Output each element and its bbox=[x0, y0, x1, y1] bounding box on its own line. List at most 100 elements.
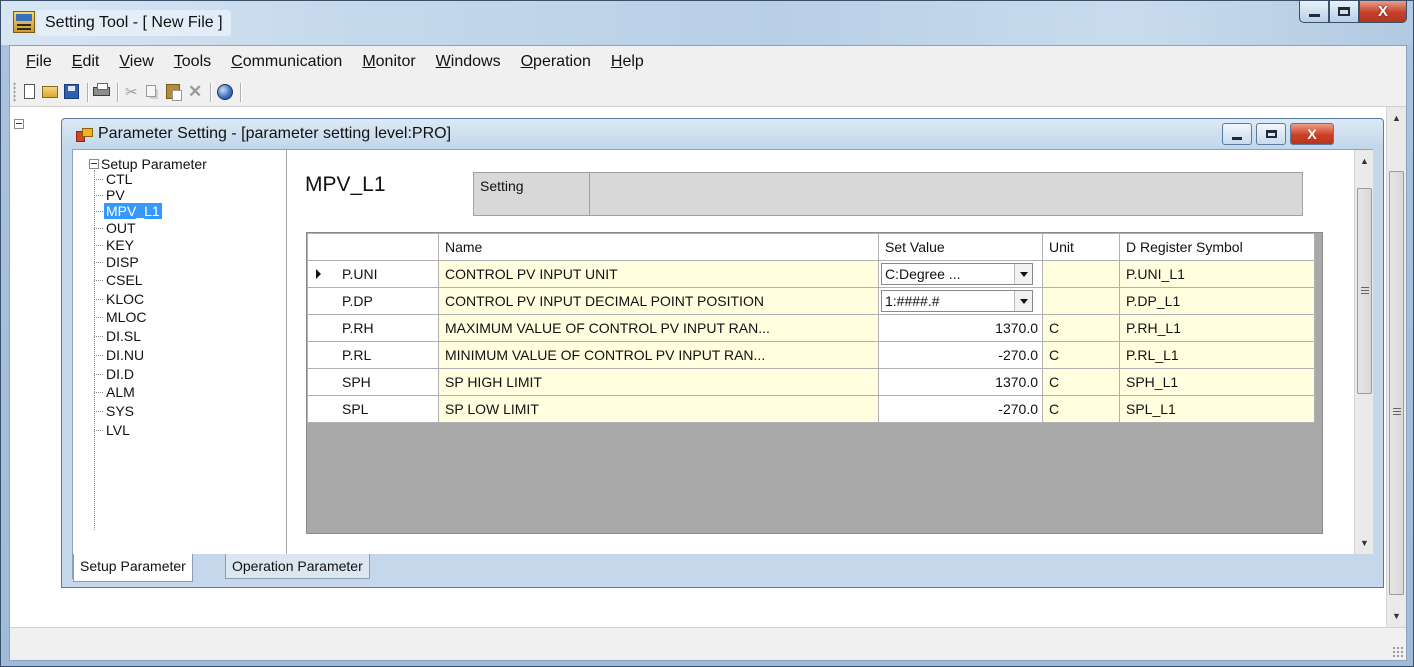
delete-button[interactable]: ✕ bbox=[185, 82, 204, 102]
tree-item-lvl[interactable]: LVL bbox=[94, 422, 132, 438]
param-name-cell[interactable]: SP HIGH LIMIT bbox=[438, 368, 879, 396]
child-restore-button[interactable] bbox=[1256, 123, 1286, 145]
column-header-name[interactable]: Name bbox=[438, 233, 879, 261]
maximize-button[interactable] bbox=[1329, 1, 1359, 23]
tree-item-di-sl[interactable]: DI.SL bbox=[94, 328, 143, 344]
tree-item-di-nu[interactable]: DI.NU bbox=[94, 347, 146, 363]
collapse-toggle-icon[interactable] bbox=[89, 159, 99, 169]
content-scroll-thumb[interactable] bbox=[1357, 188, 1372, 394]
title-bar[interactable]: Setting Tool - [ New File ] X bbox=[1, 1, 1413, 45]
tree-item-mloc[interactable]: MLOC bbox=[94, 309, 148, 325]
menu-communication[interactable]: Communication bbox=[221, 46, 352, 78]
chevron-down-icon[interactable] bbox=[1014, 264, 1032, 284]
scroll-up-icon[interactable]: ▲ bbox=[1387, 109, 1406, 127]
register-cell[interactable]: P.RL_L1 bbox=[1119, 341, 1315, 369]
register-cell[interactable]: SPL_L1 bbox=[1119, 395, 1315, 423]
menu-windows[interactable]: Windows bbox=[426, 46, 511, 78]
row-header[interactable]: P.DP bbox=[307, 287, 439, 315]
tree-item-pv[interactable]: PV bbox=[94, 187, 127, 203]
unit-cell[interactable]: C bbox=[1042, 395, 1120, 423]
set-value-cell[interactable]: 1370.0 bbox=[878, 368, 1043, 396]
collapse-toggle-icon[interactable] bbox=[14, 119, 24, 129]
toolbar-grip[interactable] bbox=[13, 82, 16, 102]
param-name-cell[interactable]: SP LOW LIMIT bbox=[438, 395, 879, 423]
tree-item-key[interactable]: KEY bbox=[94, 237, 136, 253]
tree-item-mpv-l1[interactable]: MPV_L1 bbox=[94, 203, 162, 219]
set-value-cell[interactable]: C:Degree ... bbox=[878, 260, 1043, 288]
close-button[interactable]: X bbox=[1359, 1, 1407, 23]
tree-item-out[interactable]: OUT bbox=[94, 220, 138, 236]
tree-item-csel[interactable]: CSEL bbox=[94, 272, 145, 288]
child-minimize-button[interactable] bbox=[1222, 123, 1252, 145]
table-row[interactable]: P.UNI CONTROL PV INPUT UNIT C:Degree ... bbox=[307, 260, 1315, 288]
tree-item-sys[interactable]: SYS bbox=[94, 403, 136, 419]
row-header[interactable]: P.RL bbox=[307, 341, 439, 369]
column-header-set-value[interactable]: Set Value bbox=[878, 233, 1043, 261]
menu-help[interactable]: Help bbox=[601, 46, 654, 78]
menu-operation[interactable]: Operation bbox=[511, 46, 601, 78]
chevron-down-icon[interactable] bbox=[1014, 291, 1032, 311]
tree-item-alm[interactable]: ALM bbox=[94, 384, 137, 400]
row-header[interactable]: SPL bbox=[307, 395, 439, 423]
content-scrollbar[interactable]: ▲ ▼ bbox=[1354, 150, 1373, 554]
new-file-button[interactable] bbox=[20, 82, 39, 102]
scroll-up-icon[interactable]: ▲ bbox=[1355, 152, 1374, 170]
set-value-cell[interactable]: 1370.0 bbox=[878, 314, 1043, 342]
child-close-button[interactable]: X bbox=[1290, 123, 1334, 145]
param-name-cell[interactable]: CONTROL PV INPUT UNIT bbox=[438, 260, 879, 288]
row-header[interactable]: SPH bbox=[307, 368, 439, 396]
table-row[interactable]: P.RL MINIMUM VALUE OF CONTROL PV INPUT R… bbox=[307, 341, 1315, 369]
copy-button[interactable] bbox=[143, 82, 162, 102]
menu-edit[interactable]: Edit bbox=[62, 46, 110, 78]
app-icon[interactable] bbox=[13, 11, 35, 33]
scroll-down-icon[interactable]: ▼ bbox=[1355, 534, 1374, 552]
register-cell[interactable]: P.DP_L1 bbox=[1119, 287, 1315, 315]
menu-view[interactable]: View bbox=[109, 46, 163, 78]
column-header-register[interactable]: D Register Symbol bbox=[1119, 233, 1315, 261]
tree-item-disp[interactable]: DISP bbox=[94, 254, 141, 270]
param-name-cell[interactable]: MINIMUM VALUE OF CONTROL PV INPUT RAN... bbox=[438, 341, 879, 369]
table-row[interactable]: SPL SP LOW LIMIT -270.0 C SPL_L1 bbox=[307, 395, 1315, 423]
tab-operation-parameter[interactable]: Operation Parameter bbox=[225, 554, 370, 579]
child-title-bar[interactable]: Parameter Setting - [parameter setting l… bbox=[62, 119, 1383, 149]
resize-grip-icon[interactable] bbox=[1392, 646, 1404, 658]
set-value-cell[interactable]: 1:####.# bbox=[878, 287, 1043, 315]
parameter-tree[interactable]: Setup Parameter CTL PV MPV_L1 OUT KEY DI… bbox=[73, 150, 287, 554]
row-header[interactable]: P.RH bbox=[307, 314, 439, 342]
table-row[interactable]: P.DP CONTROL PV INPUT DECIMAL POINT POSI… bbox=[307, 287, 1315, 315]
set-value-cell[interactable]: -270.0 bbox=[878, 395, 1043, 423]
mdi-scrollbar[interactable]: ▲ ▼ bbox=[1386, 107, 1406, 628]
register-cell[interactable]: SPH_L1 bbox=[1119, 368, 1315, 396]
tree-item-kloc[interactable]: KLOC bbox=[94, 291, 146, 307]
tab-setup-parameter[interactable]: Setup Parameter bbox=[73, 554, 193, 582]
decimal-point-dropdown[interactable]: 1:####.# bbox=[881, 290, 1033, 312]
param-name-cell[interactable]: MAXIMUM VALUE OF CONTROL PV INPUT RAN... bbox=[438, 314, 879, 342]
help-button[interactable] bbox=[215, 82, 234, 102]
cut-button[interactable]: ✂ bbox=[122, 82, 141, 102]
unit-cell[interactable]: C bbox=[1042, 341, 1120, 369]
paste-button[interactable] bbox=[164, 82, 183, 102]
table-row[interactable]: P.RH MAXIMUM VALUE OF CONTROL PV INPUT R… bbox=[307, 314, 1315, 342]
menu-file[interactable]: File bbox=[16, 46, 62, 78]
scroll-down-icon[interactable]: ▼ bbox=[1387, 607, 1406, 625]
param-name-cell[interactable]: CONTROL PV INPUT DECIMAL POINT POSITION bbox=[438, 287, 879, 315]
menu-monitor[interactable]: Monitor bbox=[352, 46, 425, 78]
column-header-unit[interactable]: Unit bbox=[1042, 233, 1120, 261]
register-cell[interactable]: P.UNI_L1 bbox=[1119, 260, 1315, 288]
table-row[interactable]: SPH SP HIGH LIMIT 1370.0 C SPH_L1 bbox=[307, 368, 1315, 396]
unit-cell[interactable]: C bbox=[1042, 314, 1120, 342]
open-button[interactable] bbox=[41, 82, 60, 102]
minimize-button[interactable] bbox=[1299, 1, 1329, 23]
menu-tools[interactable]: Tools bbox=[164, 46, 221, 78]
register-cell[interactable]: P.RH_L1 bbox=[1119, 314, 1315, 342]
tree-item-di-d[interactable]: DI.D bbox=[94, 366, 136, 382]
print-button[interactable] bbox=[92, 82, 111, 102]
tree-root-node[interactable]: Setup Parameter bbox=[89, 156, 207, 172]
set-value-cell[interactable]: -270.0 bbox=[878, 341, 1043, 369]
unit-cell[interactable] bbox=[1042, 287, 1120, 315]
unit-cell[interactable]: C bbox=[1042, 368, 1120, 396]
unit-dropdown[interactable]: C:Degree ... bbox=[881, 263, 1033, 285]
save-button[interactable] bbox=[62, 82, 81, 102]
unit-cell[interactable] bbox=[1042, 260, 1120, 288]
mdi-scroll-thumb[interactable] bbox=[1389, 171, 1404, 595]
